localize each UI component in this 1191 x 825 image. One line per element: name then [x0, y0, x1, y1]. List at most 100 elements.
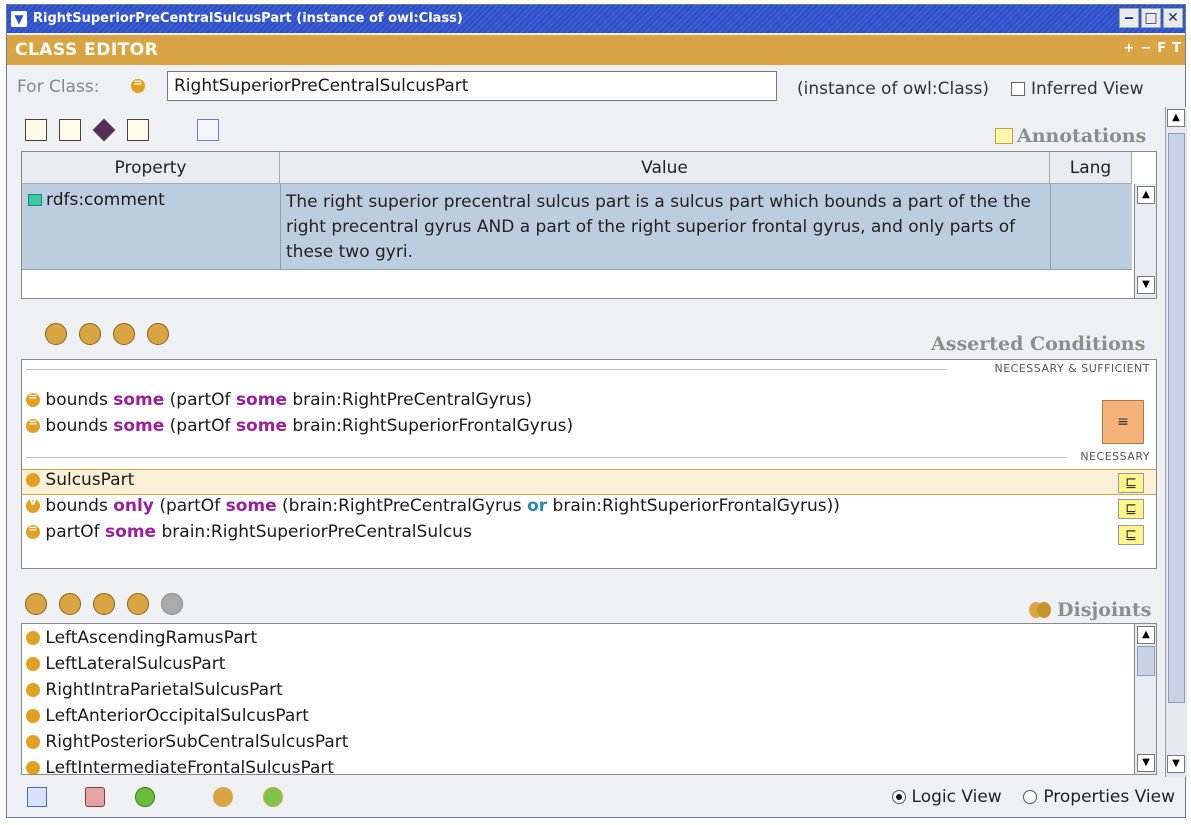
remove-all-siblings-icon[interactable]: [127, 593, 149, 615]
add-disjoint-class-icon[interactable]: [59, 593, 81, 615]
window-controls: ‒ □ ✕: [1119, 8, 1183, 28]
equivalent-class-badge[interactable]: ≡: [1102, 400, 1144, 444]
float-icon[interactable]: F: [1157, 41, 1166, 56]
export-icon[interactable]: [27, 787, 47, 807]
list-item[interactable]: LeftIntermediateFrontalSulcusPart: [26, 758, 334, 774]
disjoints-title: Disjoints: [1029, 599, 1151, 621]
existential-icon: [26, 416, 40, 433]
annotation-property-icon: [28, 194, 42, 206]
condition-row-selected[interactable]: SulcusPart: [26, 470, 134, 490]
annotation-note-icon: [995, 128, 1013, 144]
annotations-title: Annotations: [995, 125, 1146, 147]
subclass-badge[interactable]: ⊑: [1118, 499, 1144, 519]
create-restriction-icon[interactable]: [45, 323, 67, 345]
bottom-bar: Logic View Properties View: [7, 777, 1185, 817]
list-item[interactable]: RightIntraParietalSulcusPart: [26, 680, 283, 700]
list-item[interactable]: LeftLateralSulcusPart: [26, 654, 225, 674]
subclass-badge[interactable]: ⊑: [1118, 473, 1144, 493]
add-all-siblings-icon[interactable]: [93, 593, 115, 615]
asserted-conditions-list: NECESSARY & SUFFICIENT bounds some (part…: [21, 359, 1157, 569]
condition-row[interactable]: bounds some (partOf some brain:RightPreC…: [26, 390, 532, 410]
instance-of-label: (instance of owl:Class): [797, 79, 989, 99]
add-annotation-icon[interactable]: [25, 119, 47, 141]
remove-icon[interactable]: −: [1140, 41, 1151, 56]
check-consistency-icon[interactable]: [263, 787, 283, 807]
editor-scrollbar[interactable]: ▲ ▼: [1165, 107, 1187, 777]
view-selector: Logic View Properties View: [891, 787, 1175, 807]
subclass-badge[interactable]: ⊑: [1118, 525, 1144, 545]
scroll-up-icon[interactable]: ▲: [1137, 186, 1155, 204]
scroll-thumb[interactable]: [1137, 646, 1155, 676]
inferred-view-checkbox[interactable]: Inferred View: [1011, 79, 1144, 99]
radio-selected-icon[interactable]: [891, 790, 906, 804]
scroll-thumb[interactable]: [1168, 133, 1185, 703]
window-menu-icon[interactable]: ▼: [11, 11, 27, 27]
close-icon[interactable]: ✕: [1163, 8, 1183, 28]
column-property[interactable]: Property: [22, 152, 280, 184]
class-editor-window: ▼ RightSuperiorPreCentralSulcusPart (ins…: [6, 4, 1187, 818]
condition-row[interactable]: partOf some brain:RightSuperiorPreCentra…: [26, 522, 472, 542]
class-editor-title: CLASS EDITOR: [15, 40, 159, 60]
window-title: RightSuperiorPreCentralSulcusPart (insta…: [33, 11, 463, 26]
universal-icon: [26, 497, 40, 513]
properties-view-radio[interactable]: Properties View: [1023, 787, 1175, 807]
class-icon[interactable]: [213, 787, 233, 807]
list-item[interactable]: RightPosteriorSubCentralSulcusPart: [26, 732, 348, 752]
delete-disjoint-icon[interactable]: [161, 593, 183, 615]
create-disjoint-expression-icon[interactable]: [25, 593, 47, 615]
disjoint-icon: [1029, 602, 1051, 618]
list-item[interactable]: LeftAscendingRamusPart: [26, 628, 257, 648]
list-item[interactable]: LeftAnteriorOccipitalSulcusPart: [26, 706, 309, 726]
disjoints-scrollbar[interactable]: ▲ ▼: [1134, 624, 1156, 774]
annotation-toolbar: [25, 118, 219, 142]
annotations-header: Property Value Lang: [22, 152, 1132, 184]
add-resource-icon[interactable]: [92, 118, 116, 142]
existential-icon: [26, 390, 40, 407]
column-lang[interactable]: Lang: [1050, 152, 1132, 184]
named-class-icon: [26, 473, 40, 487]
scroll-up-icon[interactable]: ▲: [1167, 109, 1185, 127]
column-value[interactable]: Value: [280, 152, 1050, 184]
debug-icon[interactable]: [135, 787, 155, 807]
radio-icon[interactable]: [1023, 790, 1038, 804]
redirect-icon[interactable]: [85, 787, 105, 807]
annotation-value[interactable]: The right superior precentral sulcus par…: [286, 190, 1046, 265]
delete-annotation-icon[interactable]: [127, 119, 149, 141]
annotation-view-icon[interactable]: [197, 119, 219, 141]
scroll-down-icon[interactable]: ▼: [1137, 276, 1155, 294]
table-row[interactable]: rdfs:comment The right superior precentr…: [22, 184, 1132, 270]
title-bar[interactable]: ▼ RightSuperiorPreCentralSulcusPart (ins…: [7, 5, 1185, 33]
class-icon: [26, 761, 40, 774]
condition-row[interactable]: bounds only (partOf some (brain:RightPre…: [26, 496, 840, 516]
class-icon: [26, 735, 40, 749]
necessary-sufficient-label: NECESSARY & SUFFICIENT: [994, 362, 1150, 375]
asserted-conditions-title: Asserted Conditions: [931, 333, 1146, 355]
annotations-table: Property Value Lang rdfs:comment The rig…: [21, 151, 1157, 299]
class-name-field[interactable]: [167, 71, 777, 101]
scroll-down-icon[interactable]: ▼: [1167, 755, 1185, 773]
logic-view-radio[interactable]: Logic View: [891, 787, 1002, 807]
annotation-property: rdfs:comment: [28, 190, 165, 210]
remove-condition-icon[interactable]: [147, 323, 169, 345]
inferred-view-label: Inferred View: [1031, 79, 1144, 99]
for-class-row: For Class: (instance of owl:Class) Infer…: [7, 67, 1185, 103]
for-class-label: For Class:: [17, 77, 100, 97]
disjoints-list: LeftAscendingRamusPart LeftLateralSulcus…: [21, 623, 1157, 775]
conditions-toolbar: [45, 323, 169, 345]
tab-icon[interactable]: T: [1172, 41, 1181, 56]
scroll-up-icon[interactable]: ▲: [1137, 626, 1155, 644]
minimize-icon[interactable]: ‒: [1119, 8, 1139, 28]
class-icon: [26, 683, 40, 697]
defined-class-icon: [131, 76, 145, 93]
create-expression-icon[interactable]: [79, 323, 101, 345]
add-named-class-icon[interactable]: [113, 323, 135, 345]
maximize-icon[interactable]: □: [1141, 8, 1161, 28]
checkbox-icon[interactable]: [1011, 82, 1025, 96]
necessary-label: NECESSARY: [1080, 450, 1150, 463]
add-annotation-template-icon[interactable]: [59, 119, 81, 141]
annotations-scrollbar[interactable]: ▲ ▼: [1134, 184, 1156, 298]
selected-condition-row[interactable]: [22, 469, 1156, 495]
scroll-down-icon[interactable]: ▼: [1137, 754, 1155, 772]
add-icon[interactable]: +: [1123, 41, 1134, 56]
condition-row[interactable]: bounds some (partOf some brain:RightSupe…: [26, 416, 573, 436]
